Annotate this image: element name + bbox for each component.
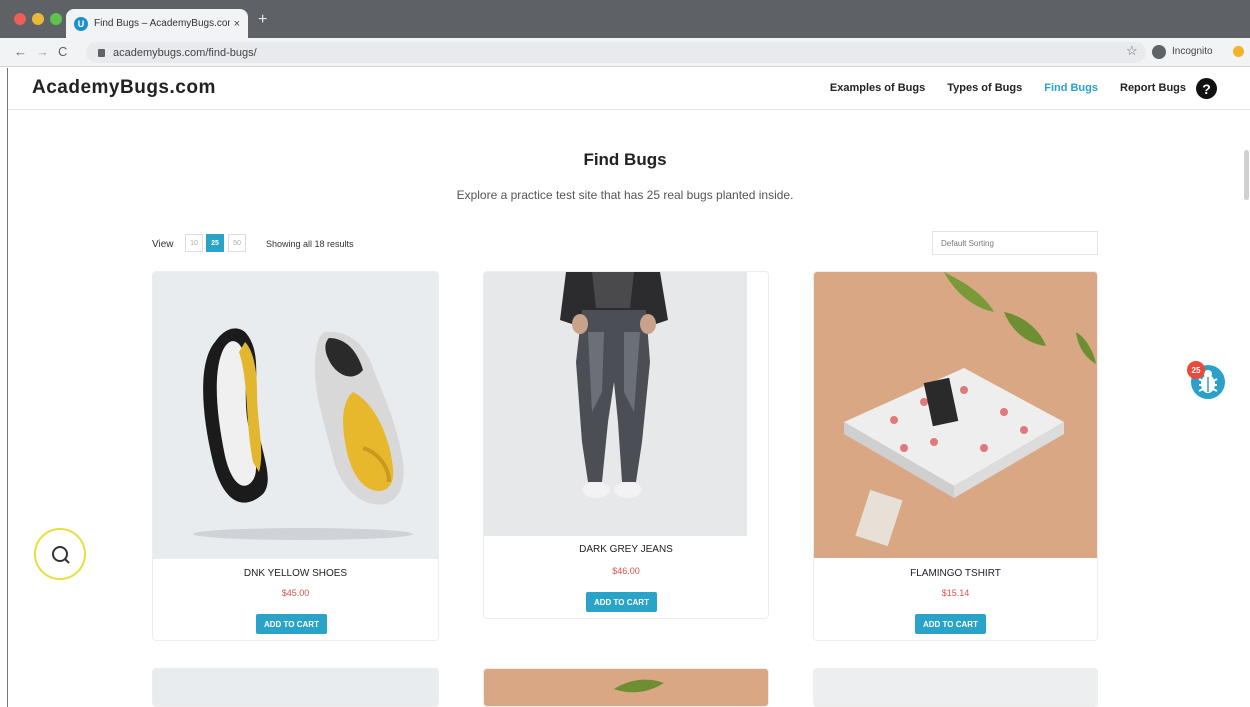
- add-to-cart-button[interactable]: ADD TO CART: [586, 592, 657, 612]
- product-price: $45.00: [281, 588, 310, 598]
- window-minimize-button[interactable]: [32, 13, 44, 25]
- product-card: DARK GREY JEANS $46.00 ADD TO CART: [483, 271, 769, 619]
- question-circle-icon[interactable]: ?: [1196, 78, 1217, 99]
- view-option-10[interactable]: 10: [185, 234, 203, 252]
- back-arrow-icon[interactable]: ←: [14, 44, 27, 59]
- product-image-dark-grey-jeans[interactable]: [484, 272, 747, 536]
- view-option-50[interactable]: 50: [228, 234, 246, 252]
- site-header: AcademyBugs.com Examples of Bugs Types o…: [8, 68, 1250, 110]
- product-card[interactable]: [483, 668, 769, 707]
- site-favicon-icon: U: [74, 16, 88, 31]
- view-option-25[interactable]: 25: [206, 234, 224, 252]
- main-nav: Examples of Bugs Types of Bugs Find Bugs…: [830, 82, 1186, 94]
- view-label: View: [152, 239, 174, 250]
- window-maximize-button[interactable]: [50, 13, 62, 25]
- tab-close-icon[interactable]: ×: [234, 18, 240, 30]
- star-icon[interactable]: ☆: [1126, 43, 1138, 59]
- bug-tracker-widget[interactable]: 25: [1187, 361, 1233, 401]
- lock-icon: [98, 48, 105, 57]
- product-image-partial: [614, 679, 664, 693]
- product-price: $15.14: [941, 588, 970, 598]
- reload-icon[interactable]: C: [58, 44, 67, 59]
- product-card[interactable]: [813, 668, 1098, 707]
- bug-count-badge: 25: [1187, 361, 1205, 379]
- product-name[interactable]: DARK GREY JEANS: [484, 544, 768, 555]
- browser-tab-strip: U Find Bugs – AcademyBugs.com × +: [0, 0, 1250, 38]
- url-text: academybugs.com/find-bugs/: [113, 46, 257, 59]
- add-to-cart-button[interactable]: ADD TO CART: [915, 614, 986, 634]
- product-name[interactable]: DNK YELLOW SHOES: [153, 568, 438, 579]
- url-input[interactable]: academybugs.com/find-bugs/: [86, 42, 1146, 63]
- add-to-cart-button[interactable]: ADD TO CART: [256, 614, 327, 634]
- incognito-icon[interactable]: [1152, 45, 1166, 59]
- product-card: FLAMINGO TSHIRT $15.14 ADD TO CART: [813, 271, 1098, 641]
- product-image-flamingo-tshirt[interactable]: [814, 272, 1098, 558]
- product-card: DNK YELLOW SHOES $45.00 ADD TO CART: [152, 271, 439, 641]
- product-card[interactable]: [152, 668, 439, 707]
- nav-report-bugs[interactable]: Report Bugs: [1120, 82, 1186, 94]
- product-image-yellow-shoes[interactable]: [153, 272, 439, 559]
- results-count: Showing all 18 results: [266, 239, 354, 249]
- cursor-highlight: [34, 528, 86, 580]
- search-cursor-icon: [52, 546, 70, 564]
- new-tab-button[interactable]: +: [258, 12, 267, 28]
- address-bar: ← → C academybugs.com/find-bugs/ ☆ Incog…: [0, 38, 1250, 67]
- nav-find-bugs[interactable]: Find Bugs: [1044, 82, 1098, 94]
- product-price: $46.00: [612, 566, 640, 576]
- incognito-label: Incognito: [1172, 46, 1213, 57]
- product-name[interactable]: FLAMINGO TSHIRT: [814, 568, 1097, 579]
- window-close-button[interactable]: [14, 13, 26, 25]
- page-title: Find Bugs: [583, 150, 667, 169]
- nav-types-of-bugs[interactable]: Types of Bugs: [947, 82, 1022, 94]
- browser-tab[interactable]: U Find Bugs – AcademyBugs.com ×: [66, 9, 248, 38]
- page-subtitle: Explore a practice test site that has 25…: [456, 188, 794, 202]
- nav-examples-of-bugs[interactable]: Examples of Bugs: [830, 82, 925, 94]
- tab-title: Find Bugs – AcademyBugs.com: [94, 18, 230, 29]
- sort-select[interactable]: Default Sorting: [932, 231, 1098, 255]
- forward-arrow-icon[interactable]: →: [36, 44, 49, 59]
- site-logo[interactable]: AcademyBugs.com: [32, 77, 216, 99]
- profile-alert-icon[interactable]: [1233, 46, 1244, 57]
